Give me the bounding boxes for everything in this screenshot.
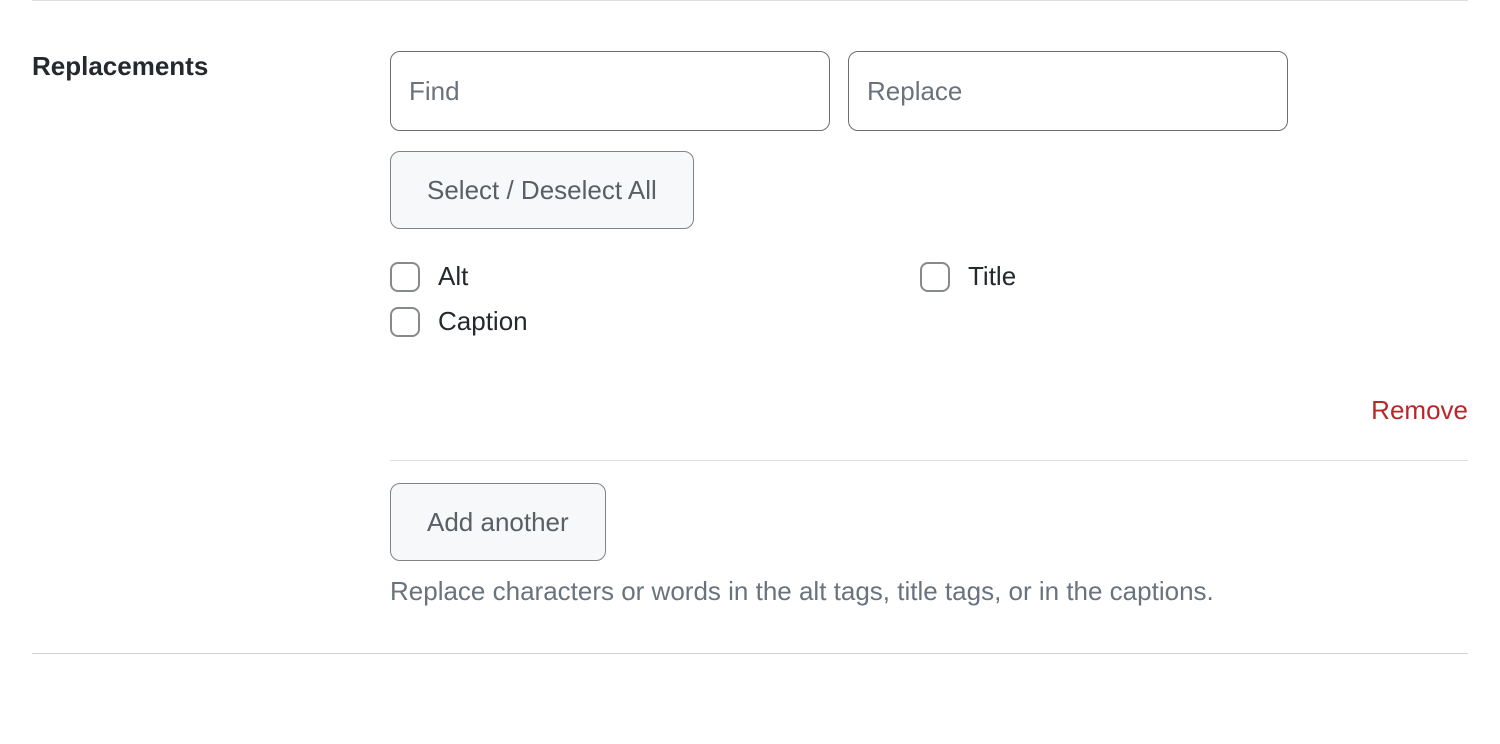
checkbox-item-title: Title [920, 261, 1468, 292]
label-column: Replacements [32, 51, 390, 82]
remove-link[interactable]: Remove [1371, 395, 1468, 426]
replace-input[interactable] [848, 51, 1288, 131]
checkbox-label-caption[interactable]: Caption [438, 306, 528, 337]
content-column: Select / Deselect All Alt Title Caption … [390, 51, 1468, 611]
checkbox-label-title[interactable]: Title [968, 261, 1016, 292]
divider-top [32, 0, 1468, 1]
add-another-button[interactable]: Add another [390, 483, 606, 561]
checkbox-item-caption: Caption [390, 306, 920, 337]
checkbox-item-alt: Alt [390, 261, 920, 292]
select-deselect-all-button[interactable]: Select / Deselect All [390, 151, 694, 229]
divider-bottom [32, 653, 1468, 654]
find-input[interactable] [390, 51, 830, 131]
remove-row: Remove [390, 395, 1468, 461]
checkbox-alt[interactable] [390, 262, 420, 292]
replacements-row: Replacements Select / Deselect All Alt T… [32, 51, 1468, 611]
find-replace-inputs [390, 51, 1468, 131]
section-label: Replacements [32, 51, 390, 82]
checkbox-caption[interactable] [390, 307, 420, 337]
checkbox-label-alt[interactable]: Alt [438, 261, 468, 292]
help-text: Replace characters or words in the alt t… [390, 571, 1290, 611]
checkbox-title[interactable] [920, 262, 950, 292]
checkbox-grid: Alt Title Caption [390, 261, 1468, 337]
